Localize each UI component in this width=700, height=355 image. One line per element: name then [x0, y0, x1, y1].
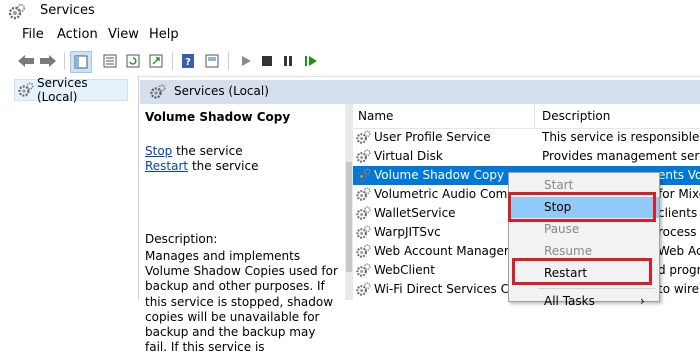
service-description: Web Ac [658, 244, 700, 258]
properties-icon[interactable] [100, 51, 120, 71]
restart-link[interactable]: Restart [145, 159, 188, 173]
service-name: Web Account Manager [374, 244, 509, 258]
service-name: WalletService [374, 206, 456, 220]
menu-help[interactable]: Help [149, 27, 179, 42]
highlight-box-restart [512, 258, 652, 285]
console-tree-icon[interactable] [70, 51, 92, 73]
context-menu-all-tasks[interactable]: All Tasks › [509, 291, 659, 312]
service-description: rocess s [658, 225, 700, 239]
stop-link[interactable]: Stop [145, 144, 172, 158]
service-name: Virtual Disk [374, 149, 443, 163]
service-name: WebClient [374, 263, 435, 277]
gears-icon [8, 3, 26, 20]
gears-icon [150, 84, 166, 99]
restart-line: Restart the service [145, 159, 258, 173]
service-name: Volume Shadow Copy [374, 168, 505, 182]
description-label: Description: [145, 232, 218, 246]
stop-icon[interactable] [257, 51, 277, 71]
service-description: Provides management services [542, 149, 700, 163]
service-row[interactable]: User Profile Service This service is res… [353, 128, 700, 147]
play-icon[interactable] [236, 51, 256, 71]
description-text: Manages and implements Volume Shadow Cop… [145, 249, 338, 355]
menu-file[interactable]: File [22, 27, 44, 42]
console-icon[interactable] [202, 51, 222, 71]
help-icon[interactable]: ? [178, 51, 198, 71]
service-description: clients . [658, 206, 700, 220]
menu-bar: File Action View Help [0, 24, 700, 46]
service-description: ents Vol [658, 168, 700, 182]
panel-header-title: Services (Local) [174, 84, 269, 98]
scrollbar-thumb[interactable] [346, 162, 352, 272]
menu-action[interactable]: Action [57, 27, 98, 42]
menu-item-label: Pause [544, 222, 580, 236]
gear-icon [356, 149, 371, 164]
gear-icon [356, 244, 371, 259]
forward-arrow-icon[interactable] [38, 51, 58, 71]
svg-text:?: ? [185, 57, 191, 68]
service-description: to wirele [658, 282, 700, 296]
service-name: WarpJITSvc [374, 225, 441, 239]
export-icon[interactable] [146, 51, 166, 71]
panel-header: Services (Local) [140, 80, 700, 105]
service-title: Volume Shadow Copy [145, 110, 291, 124]
restart-text: the service [188, 159, 259, 173]
pause-icon[interactable] [278, 51, 298, 71]
stop-line: Stop the service [145, 144, 243, 158]
menu-separator [539, 288, 655, 289]
gears-icon [18, 82, 34, 97]
console-tree: Services (Local) [0, 76, 139, 300]
toolbar: ? [0, 46, 700, 77]
service-row[interactable]: Virtual Disk Provides management service… [353, 147, 700, 166]
gear-icon [356, 168, 371, 183]
column-description[interactable]: Description [542, 109, 610, 123]
tree-item-services-local[interactable]: Services (Local) [14, 76, 128, 104]
gear-icon [356, 187, 371, 202]
window-title: Services [40, 3, 95, 18]
service-name: User Profile Service [374, 130, 491, 144]
menu-item-label: Start [544, 178, 574, 192]
highlight-box-stop [508, 192, 656, 222]
service-description: This service is responsible for lo [542, 130, 700, 144]
vertical-scrollbar[interactable] [345, 104, 353, 300]
menu-item-label: All Tasks [544, 294, 595, 308]
service-name: Volumetric Audio Compo [374, 187, 523, 201]
service-description: for Mixe [658, 187, 700, 201]
refresh-icon[interactable] [123, 51, 143, 71]
back-arrow-icon[interactable] [16, 51, 36, 71]
column-name[interactable]: Name [358, 109, 393, 123]
column-header: ^ Name Description [353, 104, 700, 129]
gear-icon [356, 263, 371, 278]
service-description: d progra [658, 263, 700, 277]
gear-icon [356, 206, 371, 221]
gear-icon [356, 225, 371, 240]
menu-view[interactable]: View [108, 27, 139, 42]
tree-item-label: Services (Local) [37, 76, 88, 104]
gear-icon [356, 130, 371, 145]
menu-item-label: Resume [544, 244, 593, 258]
submenu-arrow-icon: › [640, 294, 645, 308]
gear-icon [356, 282, 371, 297]
context-menu-pause[interactable]: Pause [509, 219, 659, 240]
sort-arrow-icon: ^ [439, 104, 447, 110]
title-bar: Services [0, 0, 700, 24]
description-panel: Volume Shadow Copy Stop the service Rest… [140, 104, 345, 354]
restart-icon[interactable] [301, 51, 321, 71]
stop-text: the service [172, 144, 243, 158]
